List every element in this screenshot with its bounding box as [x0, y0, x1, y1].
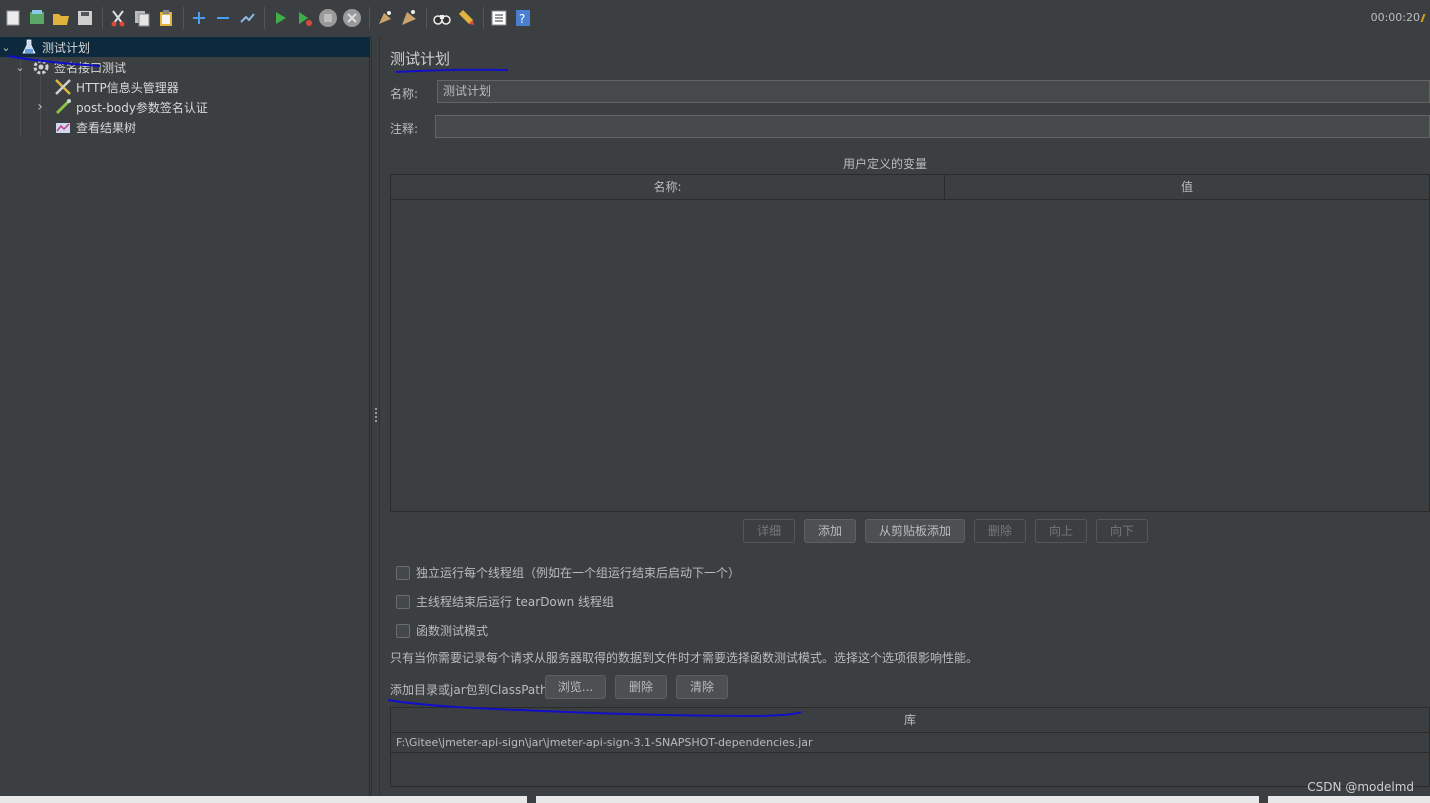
thread-group-icon [32, 58, 50, 76]
browse-button[interactable]: 浏览... [545, 675, 606, 699]
move-down-button[interactable]: 向下 [1096, 519, 1148, 543]
option-label: 函数测试模式 [416, 624, 489, 638]
tree-item-test-plan[interactable]: ⌄ 测试计划 [0, 37, 370, 57]
pane-splitter[interactable] [371, 36, 380, 796]
page-title: 测试计划 [390, 50, 451, 68]
copy-icon[interactable] [131, 7, 153, 29]
open-icon[interactable] [50, 7, 72, 29]
classpath-table[interactable]: 库 F:\Gitee\jmeter-api-sign\jar\jmeter-ap… [390, 707, 1430, 787]
svg-text:?: ? [519, 12, 525, 26]
bottom-edge-segment [1259, 796, 1268, 803]
save-icon[interactable] [74, 7, 96, 29]
toolbar-separator [483, 7, 484, 29]
tree-item-label: 查看结果树 [76, 120, 137, 135]
tree-item-thread-group[interactable]: ⌄ 签名接口测试 [14, 57, 126, 77]
classpath-label: 添加目录或jar包到ClassPath [390, 683, 548, 697]
watermark: CSDN @modelmd [1307, 780, 1414, 794]
delete-variable-button[interactable]: 删除 [974, 519, 1026, 543]
functional-mode-option[interactable]: 函数测试模式 [396, 622, 488, 639]
teardown-on-shutdown-option[interactable]: 主线程结束后运行 tearDown 线程组 [396, 593, 614, 610]
bottom-edge-segment [527, 796, 536, 803]
clear-icon[interactable] [374, 7, 396, 29]
serialize-threadgroups-checkbox[interactable] [396, 565, 410, 580]
detail-button[interactable]: 详细 [743, 519, 795, 543]
teardown-on-shutdown-checkbox[interactable] [396, 594, 410, 609]
tree-item-label: post-body参数签名认证 [76, 100, 208, 115]
option-label: 独立运行每个线程组（例如在一个组运行结束后启动下一个） [416, 566, 741, 580]
clear-classpath-button[interactable]: 清除 [676, 675, 728, 699]
name-label: 名称: [390, 87, 419, 101]
tree-item-label: 签名接口测试 [54, 60, 127, 75]
user-variables-table[interactable]: 名称: 值 [390, 174, 1430, 512]
help-icon[interactable]: ? [512, 7, 534, 29]
tree-item-label: HTTP信息头管理器 [76, 80, 179, 95]
functional-mode-note: 只有当你需要记录每个请求从服务器取得的数据到文件时才需要选择函数测试模式。选择这… [390, 651, 979, 665]
expand-arrow-icon[interactable]: ⌄ [14, 61, 26, 74]
test-plan-tree: ⌄ 测试计划 ⌄ 签名接口测试 HTTP信息头管理器 › post-body参数… [0, 36, 370, 796]
option-label: 主线程结束后运行 tearDown 线程组 [416, 595, 615, 609]
function-helper-icon[interactable] [488, 7, 510, 29]
clear-all-icon[interactable] [398, 7, 420, 29]
column-header-value[interactable]: 值 [945, 175, 1429, 199]
new-icon[interactable] [2, 7, 24, 29]
test-plan-panel: 测试计划 名称: 测试计划 注释: 用户定义的变量 名称: 值 详细 添加 从剪… [380, 36, 1430, 796]
column-header-library[interactable]: 库 [391, 708, 1429, 732]
bottom-edge [0, 796, 1430, 803]
toolbar-separator [369, 7, 370, 29]
serialize-threadgroups-option[interactable]: 独立运行每个线程组（例如在一个组运行结束后启动下一个） [396, 564, 740, 581]
comment-field[interactable] [435, 115, 1430, 138]
toolbar-separator [426, 7, 427, 29]
shutdown-icon[interactable] [341, 7, 363, 29]
tree-item-results-tree[interactable]: 查看结果树 [54, 117, 136, 137]
expand-icon[interactable] [188, 7, 210, 29]
toolbar-separator [183, 7, 184, 29]
move-up-button[interactable]: 向上 [1035, 519, 1087, 543]
table-row[interactable]: F:\Gitee\jmeter-api-sign\jar\jmeter-api-… [391, 733, 1429, 753]
toolbar-separator [264, 7, 265, 29]
cut-icon[interactable] [107, 7, 129, 29]
templates-icon[interactable] [26, 7, 48, 29]
table-header: 库 [391, 708, 1429, 733]
toolbar: ? 00:00:20 [0, 0, 1430, 36]
config-element-icon [54, 78, 72, 96]
functional-mode-checkbox[interactable] [396, 623, 410, 638]
paste-icon[interactable] [155, 7, 177, 29]
stop-icon[interactable] [317, 7, 339, 29]
reset-search-icon[interactable] [455, 7, 477, 29]
delete-classpath-button[interactable]: 删除 [615, 675, 667, 699]
pre-processor-icon [54, 98, 72, 116]
table-header: 名称: 值 [391, 175, 1429, 200]
collapse-icon[interactable] [212, 7, 234, 29]
toolbar-separator [102, 7, 103, 29]
name-field[interactable]: 测试计划 [437, 80, 1430, 103]
tree-item-header-manager[interactable]: HTTP信息头管理器 [54, 77, 179, 97]
test-plan-icon [20, 38, 38, 56]
start-icon[interactable] [269, 7, 291, 29]
user-variables-title: 用户定义的变量 [842, 157, 927, 171]
expand-arrow-icon[interactable]: ⌄ [0, 41, 12, 54]
expand-arrow-icon[interactable]: › [34, 99, 46, 115]
listener-icon [54, 118, 72, 136]
add-from-clipboard-button[interactable]: 从剪贴板添加 [865, 519, 965, 543]
tree-item-pre-processor[interactable]: › post-body参数签名认证 [34, 97, 208, 117]
tree-item-label: 测试计划 [42, 40, 91, 55]
add-button[interactable]: 添加 [804, 519, 856, 543]
comment-label: 注释: [390, 122, 419, 136]
splitter-grip-icon[interactable] [375, 408, 377, 422]
elapsed-timer: 00:00:20 [1370, 11, 1420, 24]
search-icon[interactable] [431, 7, 453, 29]
warning-indicator-icon[interactable] [1420, 14, 1430, 22]
start-no-pause-icon[interactable] [293, 7, 315, 29]
toggle-icon[interactable] [236, 7, 258, 29]
column-header-name[interactable]: 名称: [391, 175, 945, 199]
